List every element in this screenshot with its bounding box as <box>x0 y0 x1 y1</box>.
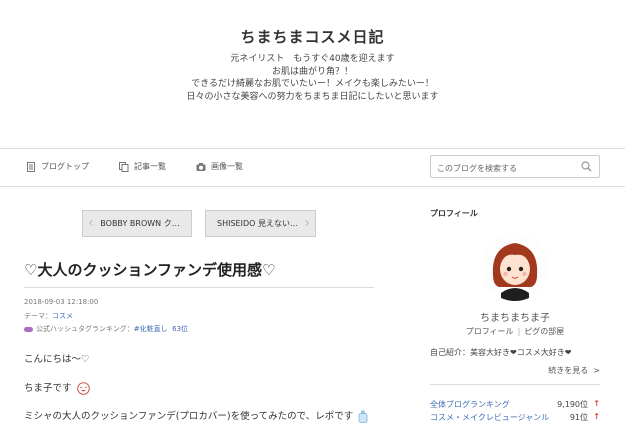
profile-link[interactable]: プロフィール <box>466 327 514 336</box>
hashtag-link[interactable]: #化粧直し <box>134 325 168 333</box>
read-more-label: 続きを見る <box>548 366 589 375</box>
entry-datetime: 2018-09-03 12:18:00 <box>24 298 99 306</box>
blog-description-line: 日々の小さな美容への努力をちまちま日記にしたいと思います <box>186 91 439 102</box>
blog-description: 元ネイリスト もうすぐ40歳を迎えます お肌は曲がり角？！ できるだけ綺麗なお肌… <box>0 53 625 103</box>
avatar[interactable] <box>481 233 549 301</box>
profile-links: プロフィール | ピグの部屋 <box>430 326 600 337</box>
ranking-value: 9,190位 <box>557 400 588 409</box>
ranking-value: 91位 <box>569 413 588 422</box>
ranking-name[interactable]: コスメ・メイクレビュージャンル <box>430 413 549 422</box>
entry-paragraph: こんにちは〜♡ <box>24 354 90 365</box>
next-entry-label: SHISEIDO 見えない… <box>217 219 298 228</box>
rank-up-icon: ↑ <box>593 399 600 408</box>
prev-entry-button[interactable]: ‹ BOBBY BROWN ク… <box>82 210 192 237</box>
blog-description-line: お肌は曲がり角？！ <box>271 66 353 77</box>
blog-title[interactable]: ちまちまコスメ日記 <box>0 26 625 47</box>
nav-blog-top[interactable]: ブログトップ <box>26 161 89 172</box>
pigg-room-link[interactable]: ピグの部屋 <box>524 327 564 336</box>
theme-link[interactable]: コスメ <box>52 312 73 320</box>
chevron-right-icon: > <box>590 366 600 375</box>
laughing-face-icon <box>76 382 90 395</box>
hashtag-rank[interactable]: 63位 <box>172 325 188 333</box>
entry-theme: テーマ：コスメ <box>24 311 73 321</box>
profile-name[interactable]: ちまちまちま子 <box>430 309 600 324</box>
cosmetic-bottle-icon <box>358 410 368 423</box>
avatar-image <box>481 233 549 301</box>
copy-icon <box>119 161 129 172</box>
prev-entry-label: BOBBY BROWN ク… <box>100 219 180 228</box>
entry-paragraph: ミシャの大人のクッションファンデ(プロカバー)を使ってみたので、レポです <box>24 408 368 423</box>
ranking-row[interactable]: コスメ・メイクレビュージャンル 91位 ↑ <box>430 412 600 423</box>
entry-hashtag-ranking: 公式ハッシュタグランキング：#化粧直し 63位 <box>24 324 188 334</box>
divider <box>24 287 374 288</box>
blog-search <box>430 155 600 179</box>
nav-blog-top-label: ブログトップ <box>41 162 89 171</box>
search-icon[interactable] <box>581 161 592 172</box>
hashtag-badge-icon <box>24 326 33 332</box>
entry-title[interactable]: ♡大人のクッションファンデ使用感♡ <box>24 259 275 280</box>
blog-description-line: できるだけ綺麗なお肌でいたいー！メイクも楽しみたいー！ <box>191 79 434 89</box>
camera-icon <box>196 162 206 171</box>
nav-images[interactable]: 画像一覧 <box>196 161 243 172</box>
blog-header: ちまちまコスメ日記 元ネイリスト もうすぐ40歳を迎えます お肌は曲がり角？！ … <box>0 0 625 148</box>
read-more-link[interactable]: 続きを見る > <box>430 365 600 376</box>
document-icon <box>27 161 35 172</box>
entry-paragraph-text: ちま子です <box>24 383 72 394</box>
chevron-right-icon: › <box>304 215 310 231</box>
nav-articles[interactable]: 記事一覧 <box>119 161 166 172</box>
blog-description-line: 元ネイリスト もうすぐ40歳を迎えます <box>230 54 395 64</box>
profile-intro: 自己紹介：美容大好き❤︎コスメ大好き❤︎ <box>430 348 572 357</box>
entry-paragraph: ちま子です <box>24 380 90 395</box>
divider <box>0 186 625 187</box>
nav-articles-label: 記事一覧 <box>134 162 166 171</box>
ranking-name[interactable]: 全体ブログランキング <box>430 400 510 409</box>
next-entry-button[interactable]: SHISEIDO 見えない… › <box>205 210 316 237</box>
rank-up-icon: ↑ <box>593 412 600 421</box>
theme-label: テーマ： <box>24 312 52 320</box>
search-input[interactable] <box>431 158 571 179</box>
entry-paragraph-text: ミシャの大人のクッションファンデ(プロカバー)を使ってみたので、レポです <box>24 411 354 422</box>
ranking-row[interactable]: 全体ブログランキング 9,190位 ↑ <box>430 399 600 410</box>
nav-images-label: 画像一覧 <box>211 162 243 171</box>
link-separator: | <box>517 327 521 336</box>
profile-heading: プロフィール <box>430 209 478 218</box>
chevron-left-icon: ‹ <box>88 215 94 231</box>
hashtag-label: 公式ハッシュタグランキング： <box>36 325 134 333</box>
divider <box>430 384 600 385</box>
